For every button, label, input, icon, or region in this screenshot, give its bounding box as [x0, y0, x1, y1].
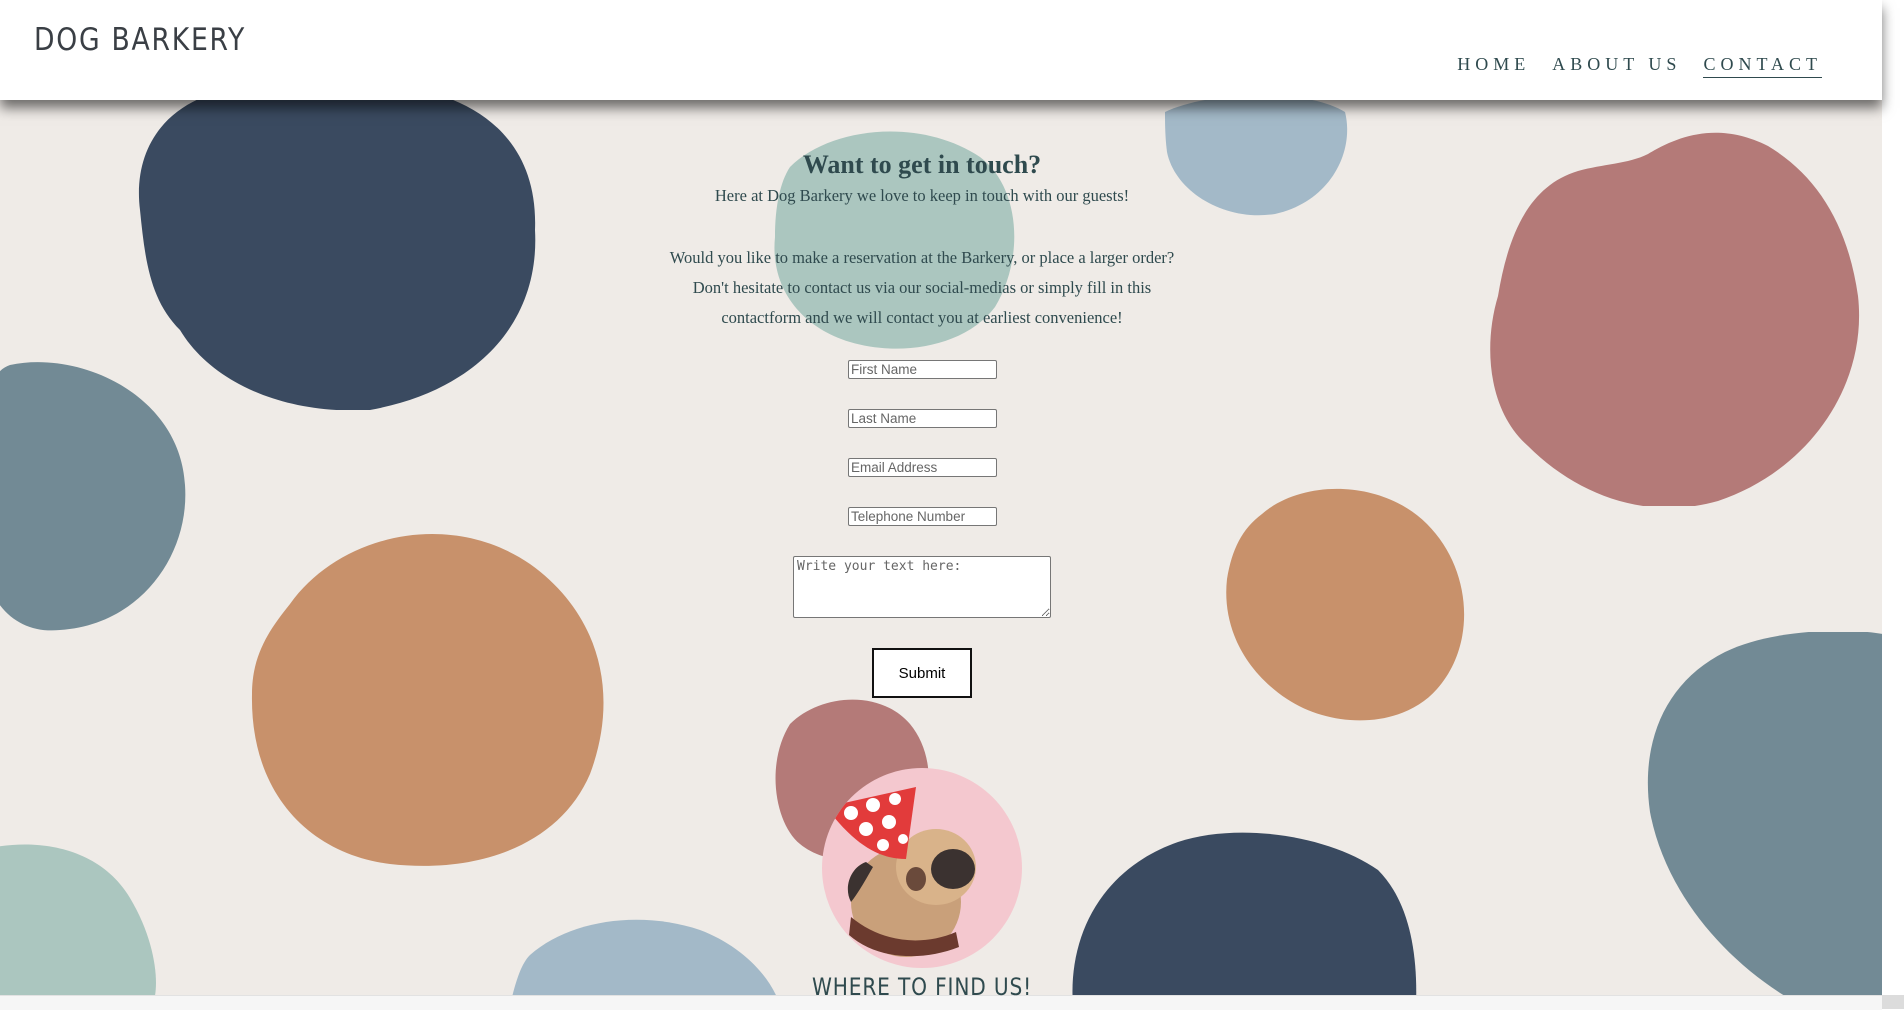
email-field[interactable]: [848, 458, 997, 477]
first-name-field[interactable]: [848, 360, 997, 379]
pug-party-hat-photo: [822, 768, 1022, 968]
nav-home[interactable]: HOME: [1457, 54, 1530, 78]
site-header: DOG BARKERY HOME ABOUT US CONTACT: [0, 0, 1882, 100]
intro-text: Here at Dog Barkery we love to keep in t…: [714, 186, 1130, 205]
submit-button[interactable]: Submit: [872, 648, 972, 698]
telephone-field[interactable]: [848, 507, 997, 526]
nav-about-us[interactable]: ABOUT US: [1552, 54, 1681, 78]
where-to-find-us-heading: WHERE TO FIND US!: [811, 973, 1033, 1001]
site-logo[interactable]: DOG BARKERY: [34, 22, 246, 58]
scrollbar-corner: [1882, 995, 1904, 1009]
message-textarea[interactable]: [793, 556, 1051, 618]
contact-section: Want to get in touch? Here at Dog Barker…: [0, 0, 1844, 1001]
vertical-scrollbar[interactable]: [1882, 0, 1904, 995]
nav-contact[interactable]: CONTACT: [1703, 54, 1822, 78]
main-nav: HOME ABOUT US CONTACT: [1457, 54, 1822, 78]
page-title: Want to get in touch?: [802, 150, 1042, 179]
last-name-field[interactable]: [848, 409, 997, 428]
contact-paragraph: Would you like to make a reservation at …: [669, 248, 1175, 327]
